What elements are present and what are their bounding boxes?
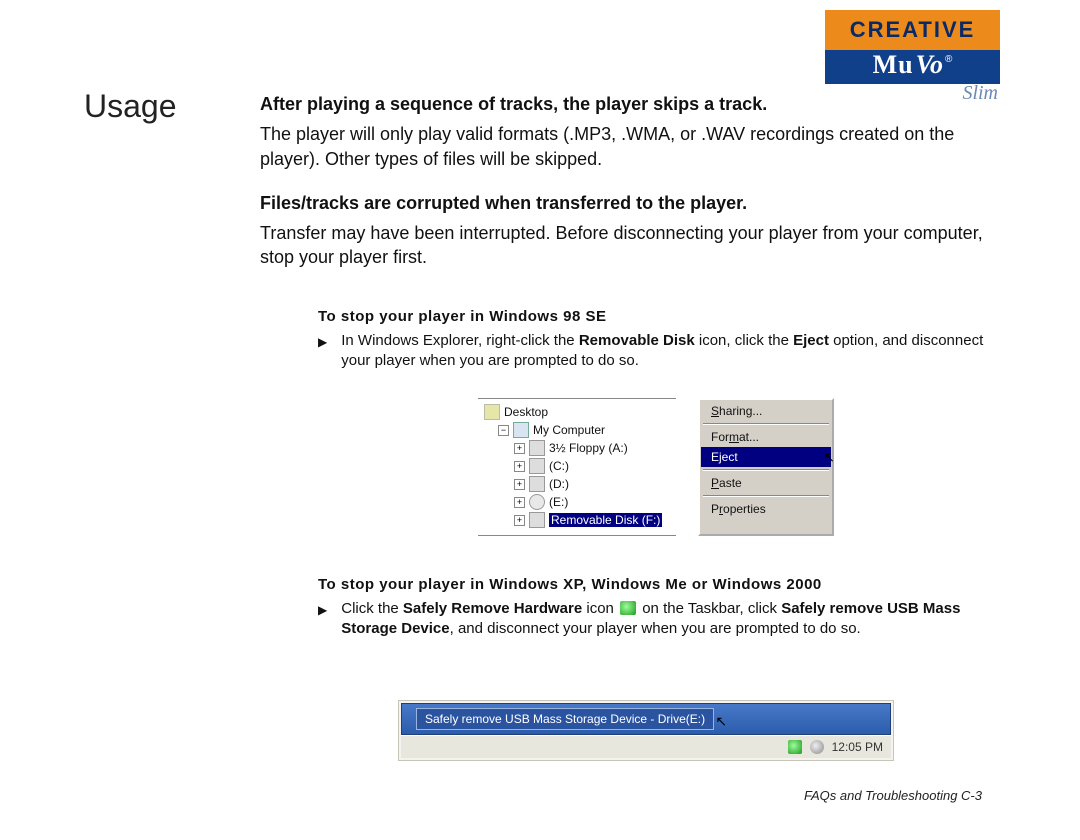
cursor-icon: ↖	[823, 449, 835, 466]
menu-properties[interactable]: Properties	[701, 499, 831, 519]
expand-icon: −	[498, 425, 509, 436]
step-winxp-title: To stop your player in Windows XP, Windo…	[318, 576, 1008, 593]
step-winxp-body: ▶ Click the Safely Remove Hardware icon …	[318, 599, 1008, 640]
xp-system-tray: 12:05 PM	[401, 735, 891, 758]
bullet-icon: ▶	[318, 602, 327, 618]
xp-toolbar: Safely remove USB Mass Storage Device - …	[401, 703, 891, 735]
logo-bottom: Mu Vo ®	[825, 50, 1000, 84]
faq-a-1: The player will only play valid formats …	[260, 122, 1000, 171]
page: CREATIVE Mu Vo ® Slim Usage After playin…	[0, 0, 1080, 840]
menu-format[interactable]: Format...	[701, 427, 831, 447]
expand-icon: +	[514, 515, 525, 526]
faq-a-2: Transfer may have been interrupted. Befo…	[260, 221, 1000, 270]
tree-drive-d: + (D:)	[484, 475, 664, 493]
tree-drive-a: + 3½ Floppy (A:)	[484, 439, 664, 457]
body-content: After playing a sequence of tracks, the …	[260, 92, 1000, 290]
menu-separator	[703, 469, 829, 471]
menu-eject[interactable]: Eject ↖	[701, 447, 831, 467]
cursor-icon: ↖	[715, 713, 727, 730]
removable-disk-icon	[529, 512, 545, 528]
tree-mycomputer: − My Computer	[484, 421, 664, 439]
faq-q-2: Files/tracks are corrupted when transfer…	[260, 191, 1000, 215]
section-title: Usage	[84, 88, 177, 125]
cd-icon	[529, 494, 545, 510]
logo-registered: ®	[945, 54, 952, 65]
step-winxp: To stop your player in Windows XP, Windo…	[318, 576, 1008, 640]
expand-icon: +	[514, 461, 525, 472]
menu-paste[interactable]: Paste	[701, 473, 831, 493]
menu-separator	[703, 495, 829, 497]
logo-brand-text: CREATIVE	[850, 17, 976, 43]
step-win98-text: In Windows Explorer, right-click the Rem…	[341, 331, 1008, 372]
logo-product-mu: Mu	[873, 50, 914, 80]
expand-icon: +	[514, 443, 525, 454]
tree-drive-c: + (C:)	[484, 457, 664, 475]
page-footer: FAQs and Troubleshooting C-3	[804, 788, 982, 803]
floppy-icon	[529, 440, 545, 456]
logo-product-vo: Vo	[916, 50, 943, 80]
drive-icon	[529, 458, 545, 474]
context-menu: Sharing... Format... Eject ↖ Paste Prope…	[698, 398, 834, 536]
step-win98: To stop your player in Windows 98 SE ▶ I…	[318, 308, 1008, 372]
step-winxp-text: Click the Safely Remove Hardware icon on…	[341, 599, 1008, 640]
menu-sharing[interactable]: Sharing...	[701, 401, 831, 421]
tree-drive-e: + (E:)	[484, 493, 664, 511]
xp-tooltip: Safely remove USB Mass Storage Device - …	[416, 708, 714, 730]
menu-separator	[703, 423, 829, 425]
safely-remove-hardware-icon	[620, 601, 636, 615]
expand-icon: +	[514, 479, 525, 490]
logo-top: CREATIVE	[825, 10, 1000, 50]
tree-desktop: Desktop	[484, 403, 664, 421]
tray-clock: 12:05 PM	[832, 740, 883, 754]
brand-logo: CREATIVE Mu Vo ® Slim	[825, 10, 1000, 105]
expand-icon: +	[514, 497, 525, 508]
winxp-screenshot: Safely remove USB Mass Storage Device - …	[398, 700, 894, 761]
tray-icon[interactable]	[810, 740, 824, 754]
step-win98-body: ▶ In Windows Explorer, right-click the R…	[318, 331, 1008, 372]
win98-screenshot: Desktop − My Computer + 3½ Floppy (A:) +…	[478, 398, 834, 536]
drive-icon	[529, 476, 545, 492]
safely-remove-hardware-icon[interactable]	[788, 740, 802, 754]
explorer-tree: Desktop − My Computer + 3½ Floppy (A:) +…	[478, 398, 676, 536]
bullet-icon: ▶	[318, 334, 327, 350]
computer-icon	[513, 422, 529, 438]
tree-drive-f-selected: + Removable Disk (F:)	[484, 511, 664, 529]
step-win98-title: To stop your player in Windows 98 SE	[318, 308, 1008, 325]
desktop-icon	[484, 404, 500, 420]
faq-q-1: After playing a sequence of tracks, the …	[260, 92, 1000, 116]
